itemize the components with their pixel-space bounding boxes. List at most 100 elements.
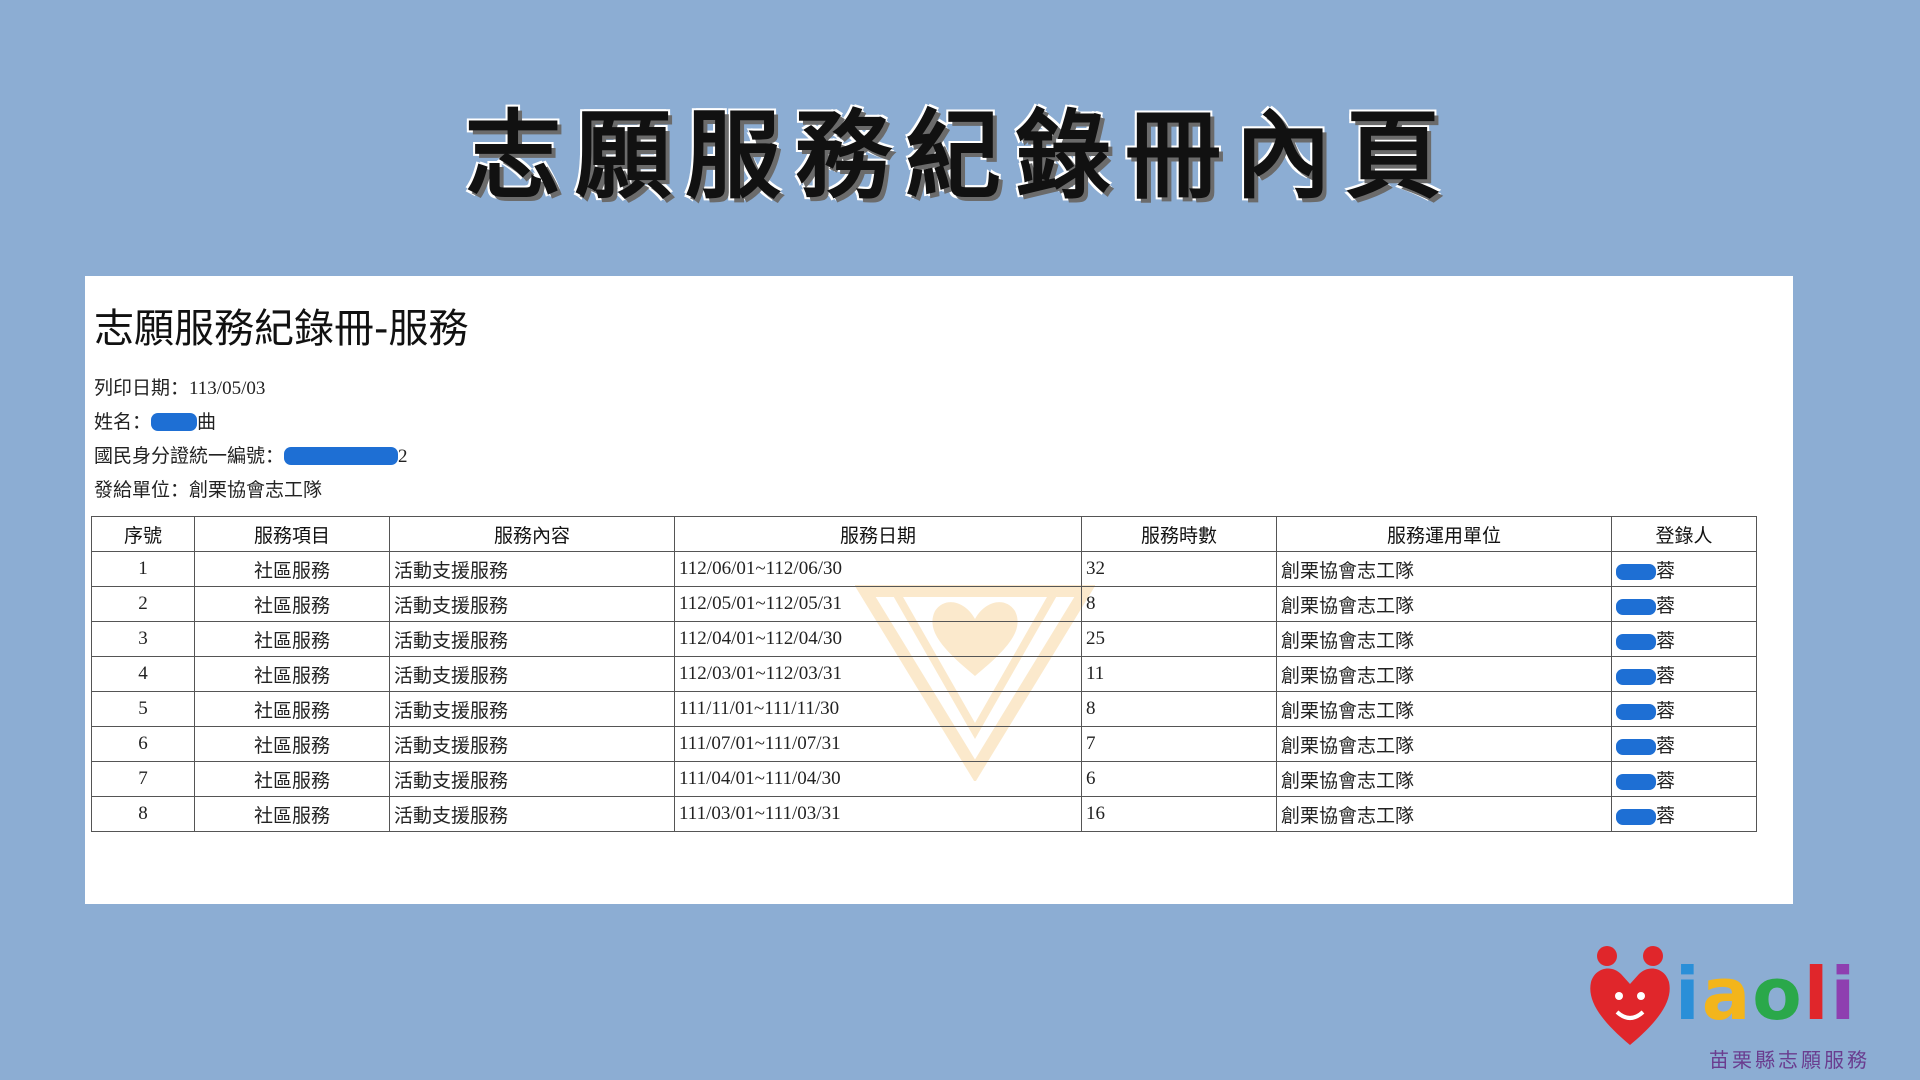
redaction-mark [1616,598,1656,615]
issuer-line: 發給單位：創栗協會志工隊 [94,475,322,502]
id-label: 國民身分證統一編號： [94,445,285,467]
name-visible-part: 曲 [197,411,217,433]
cell-date: 112/05/01~112/05/31 [674,586,1082,622]
cell-hours: 11 [1081,656,1277,692]
print-date-value: 113/05/03 [189,378,266,399]
cell-date: 111/07/01~111/07/31 [674,726,1082,762]
name-label: 姓名： [94,411,152,433]
cell-no: 8 [91,796,195,832]
table-header-row: 序號 服務項目 服務內容 服務日期 服務時數 服務運用單位 登錄人 [91,516,1757,552]
table-row: 6 社區服務 活動支援服務 111/07/01~111/07/31 7 創栗協會志工隊 蓉 [91,726,1757,762]
cell-no: 6 [91,726,195,762]
cell-date: 112/06/01~112/06/30 [674,551,1082,587]
cell-unit: 創栗協會志工隊 [1276,621,1612,657]
header-content: 服務內容 [389,516,675,552]
miaoli-volunteer-logo: iaoli 苗栗縣志願服務 [1585,940,1885,1072]
cell-item: 社區服務 [194,586,390,622]
name-line: 姓名： 曲 [94,407,216,434]
document-page: 志願服務紀錄冊-服務 列印日期：113/05/03 姓名： 曲 國民身分證統一編號… [85,276,1793,904]
header-no: 序號 [91,516,195,552]
cell-content: 活動支援服務 [389,586,675,622]
redaction-mark [1616,773,1656,790]
header-date: 服務日期 [674,516,1082,552]
cell-unit: 創栗協會志工隊 [1276,691,1612,727]
cell-no: 7 [91,761,195,797]
redaction-mark [1616,633,1656,650]
cell-date: 111/11/01~111/11/30 [674,691,1082,727]
recorder-visible-part: 蓉 [1656,559,1676,582]
cell-item: 社區服務 [194,621,390,657]
logo-subtitle: 苗栗縣志願服務 [1709,1048,1870,1072]
cell-unit: 創栗協會志工隊 [1276,796,1612,832]
cell-content: 活動支援服務 [389,551,675,587]
recorder-visible-part: 蓉 [1656,699,1676,722]
cell-hours: 7 [1081,726,1277,762]
recorder-visible-part: 蓉 [1656,804,1676,827]
cell-date: 112/03/01~112/03/31 [674,656,1082,692]
cell-recorder: 蓉 [1611,796,1757,832]
issuer-label: 發給單位： [94,479,190,501]
cell-unit: 創栗協會志工隊 [1276,551,1612,587]
cell-date: 112/04/01~112/04/30 [674,621,1082,657]
cell-recorder: 蓉 [1611,761,1757,797]
cell-recorder: 蓉 [1611,621,1757,657]
recorder-visible-part: 蓉 [1656,734,1676,757]
cell-unit: 創栗協會志工隊 [1276,586,1612,622]
cell-hours: 8 [1081,691,1277,727]
cell-no: 3 [91,621,195,657]
header-item: 服務項目 [194,516,390,552]
id-line: 國民身分證統一編號： 2 [94,441,408,468]
cell-item: 社區服務 [194,726,390,762]
cell-content: 活動支援服務 [389,726,675,762]
table-row: 4 社區服務 活動支援服務 112/03/01~112/03/31 11 創栗協會志工隊 蓉 [91,656,1757,692]
id-visible-part: 2 [398,446,408,467]
recorder-visible-part: 蓉 [1656,594,1676,617]
table-row: 7 社區服務 活動支援服務 111/04/01~111/04/30 6 創栗協會志工隊 蓉 [91,761,1757,797]
cell-content: 活動支援服務 [389,796,675,832]
cell-hours: 6 [1081,761,1277,797]
table-row: 2 社區服務 活動支援服務 112/05/01~112/05/31 8 創栗協會志工隊 蓉 [91,586,1757,622]
redaction-mark [1616,703,1656,720]
cell-item: 社區服務 [194,656,390,692]
print-date-line: 列印日期：113/05/03 [94,373,265,400]
cell-recorder: 蓉 [1611,691,1757,727]
cell-no: 5 [91,691,195,727]
header-unit: 服務運用單位 [1276,516,1612,552]
banner-title: 志願服務紀錄冊內頁 [465,100,1455,212]
recorder-visible-part: 蓉 [1656,664,1676,687]
cell-date: 111/03/01~111/03/31 [674,796,1082,832]
cell-recorder: 蓉 [1611,656,1757,692]
document-title: 志願服務紀錄冊-服務 [94,306,469,352]
issuer-value: 創栗協會志工隊 [189,479,323,501]
table-row: 3 社區服務 活動支援服務 112/04/01~112/04/30 25 創栗協會志工隊 蓉 [91,621,1757,657]
cell-hours: 16 [1081,796,1277,832]
header-hours: 服務時數 [1081,516,1277,552]
table-row: 1 社區服務 活動支援服務 112/06/01~112/06/30 32 創栗協會志工隊 蓉 [91,551,1757,587]
redaction-mark [1616,738,1656,755]
cell-item: 社區服務 [194,551,390,587]
cell-item: 社區服務 [194,691,390,727]
cell-unit: 創栗協會志工隊 [1276,726,1612,762]
cell-item: 社區服務 [194,761,390,797]
table-row: 5 社區服務 活動支援服務 111/11/01~111/11/30 8 創栗協會志工隊 蓉 [91,691,1757,727]
redaction-mark [151,413,198,431]
logo-wordmark: iaoli [1675,952,1858,1036]
cell-no: 1 [91,551,195,587]
recorder-visible-part: 蓉 [1656,629,1676,652]
cell-unit: 創栗協會志工隊 [1276,761,1612,797]
cell-recorder: 蓉 [1611,726,1757,762]
cell-unit: 創栗協會志工隊 [1276,656,1612,692]
table-row: 8 社區服務 活動支援服務 111/03/01~111/03/31 16 創栗協會志工隊 蓉 [91,796,1757,832]
cell-recorder: 蓉 [1611,551,1757,587]
service-records-table: 序號 服務項目 服務內容 服務日期 服務時數 服務運用單位 登錄人 1 社區服務活… [91,516,1757,832]
redaction-mark [1616,668,1656,685]
cell-no: 4 [91,656,195,692]
cell-no: 2 [91,586,195,622]
cell-item: 社區服務 [194,796,390,832]
cell-content: 活動支援服務 [389,621,675,657]
cell-recorder: 蓉 [1611,586,1757,622]
redaction-mark [1616,563,1656,580]
cell-content: 活動支援服務 [389,656,675,692]
cell-date: 111/04/01~111/04/30 [674,761,1082,797]
cell-hours: 8 [1081,586,1277,622]
